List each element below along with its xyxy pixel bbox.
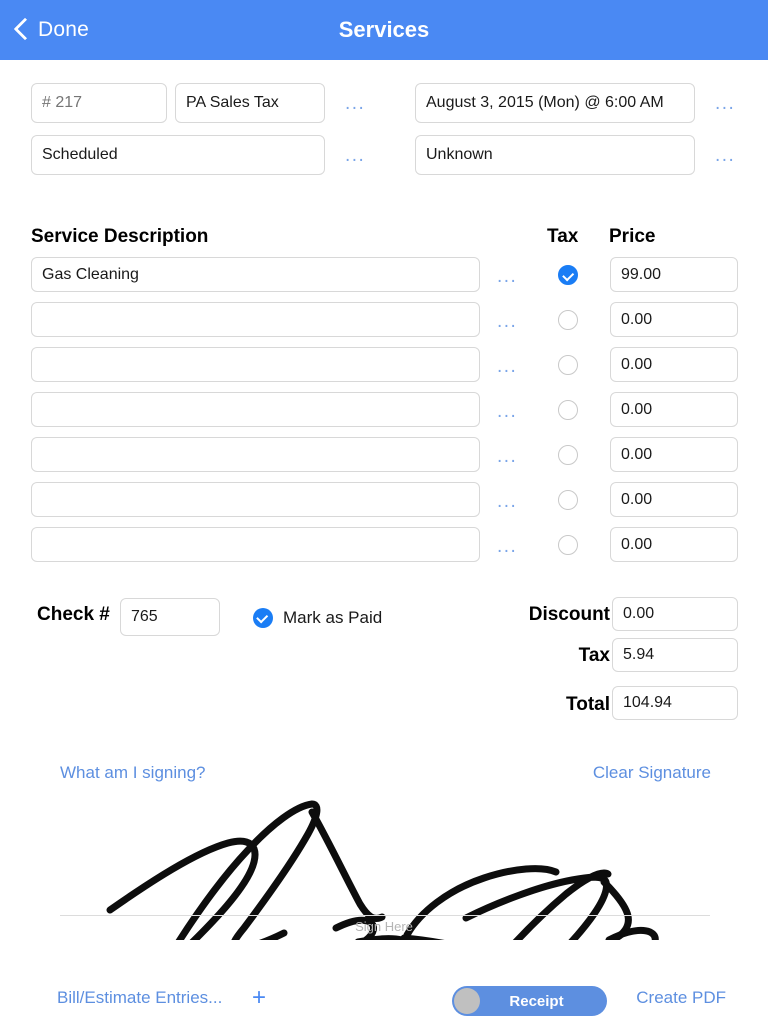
service-taxable-checkbox[interactable] bbox=[558, 310, 578, 330]
tax-total-label: Tax bbox=[578, 645, 610, 666]
service-taxable-checkbox[interactable] bbox=[558, 400, 578, 420]
service-price-input[interactable] bbox=[610, 257, 738, 292]
tax-profile-input[interactable] bbox=[175, 83, 325, 123]
check-number-label: Check # bbox=[37, 604, 110, 625]
technician-input[interactable] bbox=[415, 135, 695, 175]
service-price-input[interactable] bbox=[610, 437, 738, 472]
service-price-input[interactable] bbox=[610, 302, 738, 337]
service-description-input[interactable] bbox=[31, 527, 480, 562]
clear-signature-button[interactable]: Clear Signature bbox=[593, 763, 711, 783]
service-row-more-button[interactable]: ... bbox=[497, 312, 517, 331]
service-price-input[interactable] bbox=[610, 392, 738, 427]
create-pdf-button[interactable]: Create PDF bbox=[636, 988, 726, 1008]
total-input[interactable] bbox=[612, 686, 738, 720]
service-taxable-checkbox[interactable] bbox=[558, 265, 578, 285]
discount-input[interactable] bbox=[612, 597, 738, 631]
sign-here-hint: Sign Here bbox=[355, 919, 413, 934]
service-taxable-checkbox[interactable] bbox=[558, 445, 578, 465]
service-description-input[interactable] bbox=[31, 482, 480, 517]
done-button-label: Done bbox=[38, 18, 90, 41]
service-description-input[interactable] bbox=[31, 437, 480, 472]
service-row-more-button[interactable]: ... bbox=[497, 537, 517, 556]
add-icon[interactable]: + bbox=[252, 986, 266, 1010]
column-header-price: Price bbox=[609, 226, 656, 247]
service-row: ... bbox=[0, 437, 768, 482]
service-price-input[interactable] bbox=[610, 527, 738, 562]
service-taxable-checkbox[interactable] bbox=[558, 535, 578, 555]
services-table-header: Service Description Tax Price bbox=[0, 226, 768, 252]
service-taxable-checkbox[interactable] bbox=[558, 355, 578, 375]
service-row: ... bbox=[0, 257, 768, 302]
meta-row-1: ... ... bbox=[0, 83, 768, 123]
service-row: ... bbox=[0, 482, 768, 527]
signature-ink bbox=[106, 800, 659, 940]
services-screen: Done Services ... ... ... ... Service De… bbox=[0, 0, 768, 1024]
status-more-button[interactable]: ... bbox=[345, 146, 365, 165]
column-header-tax: Tax bbox=[547, 226, 579, 247]
check-number-input[interactable] bbox=[120, 598, 220, 636]
tax-profile-more-button[interactable]: ... bbox=[345, 94, 365, 113]
service-row-more-button[interactable]: ... bbox=[497, 357, 517, 376]
signature-pad[interactable] bbox=[0, 790, 768, 940]
service-row-more-button[interactable]: ... bbox=[497, 447, 517, 466]
service-row: ... bbox=[0, 392, 768, 437]
receipt-toggle[interactable]: Receipt bbox=[452, 986, 607, 1016]
service-date-more-button[interactable]: ... bbox=[715, 94, 735, 113]
what-am-i-signing-link[interactable]: What am I signing? bbox=[60, 763, 206, 783]
status-input[interactable] bbox=[31, 135, 325, 175]
services-table-body: ..................... bbox=[0, 257, 768, 572]
meta-row-2: ... ... bbox=[0, 135, 768, 175]
total-label: Total bbox=[566, 694, 610, 715]
mark-as-paid-label: Mark as Paid bbox=[283, 608, 383, 627]
service-description-input[interactable] bbox=[31, 302, 480, 337]
tax-total-input[interactable] bbox=[612, 638, 738, 672]
mark-as-paid-checkbox[interactable] bbox=[253, 608, 273, 628]
service-row: ... bbox=[0, 347, 768, 392]
service-row: ... bbox=[0, 527, 768, 572]
service-row-more-button[interactable]: ... bbox=[497, 492, 517, 511]
discount-label: Discount bbox=[528, 604, 610, 625]
service-price-input[interactable] bbox=[610, 482, 738, 517]
bill-estimate-entries-link[interactable]: Bill/Estimate Entries... bbox=[57, 988, 222, 1008]
signature-baseline bbox=[60, 915, 710, 916]
receipt-toggle-label: Receipt bbox=[509, 992, 564, 1010]
service-row-more-button[interactable]: ... bbox=[497, 267, 517, 286]
service-description-input[interactable] bbox=[31, 257, 480, 292]
service-row: ... bbox=[0, 302, 768, 347]
invoice-number-input[interactable] bbox=[31, 83, 167, 123]
done-button[interactable]: Done bbox=[14, 18, 89, 42]
service-taxable-checkbox[interactable] bbox=[558, 490, 578, 510]
service-price-input[interactable] bbox=[610, 347, 738, 382]
service-date-input[interactable] bbox=[415, 83, 695, 123]
page-title: Services bbox=[338, 17, 430, 42]
service-row-more-button[interactable]: ... bbox=[497, 402, 517, 421]
service-description-input[interactable] bbox=[31, 347, 480, 382]
chevron-left-icon bbox=[14, 18, 28, 42]
service-description-input[interactable] bbox=[31, 392, 480, 427]
column-header-description: Service Description bbox=[31, 226, 209, 247]
navigation-bar: Done Services bbox=[0, 0, 768, 60]
technician-more-button[interactable]: ... bbox=[715, 146, 735, 165]
